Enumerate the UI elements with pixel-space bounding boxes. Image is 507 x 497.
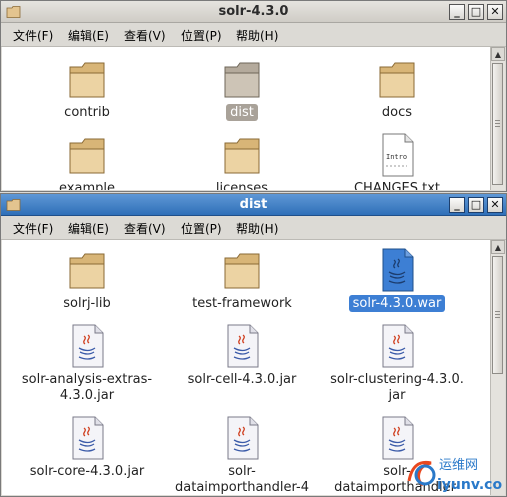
watermark-text-cn: 运维网: [439, 458, 478, 473]
folder-icon: [69, 138, 105, 174]
file-label: docs: [381, 105, 413, 120]
title-bar[interactable]: dist _ □ ✕: [1, 194, 506, 216]
file-item-dist[interactable]: dist: [167, 57, 317, 127]
file-label: solr-analysis-extras- 4.3.0.jar: [21, 372, 153, 403]
file-label: solr- dataimporthandler-4: [175, 464, 309, 495]
minimize-button[interactable]: _: [449, 197, 465, 213]
file-label: contrib: [64, 105, 110, 120]
file-label: test-framework: [192, 296, 292, 311]
file-item-solr-analysis-extras[interactable]: solr-analysis-extras- 4.3.0.jar: [12, 324, 162, 408]
menu-help[interactable]: 帮助(H): [236, 27, 278, 44]
maximize-button[interactable]: □: [468, 4, 484, 20]
folder-icon: [69, 253, 105, 289]
file-item-changes-txt[interactable]: Intro CHANGES.txt: [322, 133, 472, 190]
java-file-icon: [227, 416, 259, 460]
folder-icon: [224, 253, 260, 289]
file-item-solr-clustering[interactable]: solr-clustering-4.3.0. jar: [322, 324, 472, 408]
minimize-button[interactable]: _: [449, 4, 465, 20]
file-item-test-framework[interactable]: test-framework: [167, 248, 317, 318]
menu-edit[interactable]: 编辑(E): [68, 27, 109, 44]
close-button[interactable]: ✕: [487, 197, 503, 213]
file-item-solr-dataimporthandler[interactable]: solr- dataimporthandler-4: [167, 416, 317, 495]
file-item-contrib[interactable]: contrib: [12, 57, 162, 127]
menu-places[interactable]: 位置(P): [181, 220, 222, 237]
menu-file[interactable]: 文件(F): [13, 220, 53, 237]
file-item-solr-war[interactable]: solr-4.3.0.war: [322, 248, 472, 318]
menu-view[interactable]: 查看(V): [124, 220, 166, 237]
close-button[interactable]: ✕: [487, 4, 503, 20]
window-title: dist: [239, 197, 268, 212]
window-title: solr-4.3.0: [218, 4, 289, 19]
menu-view[interactable]: 查看(V): [124, 27, 166, 44]
scroll-thumb[interactable]: [492, 63, 503, 185]
file-label: example: [59, 181, 115, 190]
file-view: contrib dist docs example licenses Intro…: [2, 47, 491, 190]
preview-text: Intro: [386, 153, 407, 161]
maximize-button[interactable]: □: [468, 197, 484, 213]
menu-bar: 文件(F) 编辑(E) 查看(V) 位置(P) 帮助(H): [1, 23, 506, 47]
folder-icon: [224, 62, 260, 98]
title-bar[interactable]: solr-4.3.0 _ □ ✕: [1, 1, 506, 23]
menu-bar: 文件(F) 编辑(E) 查看(V) 位置(P) 帮助(H): [1, 216, 506, 240]
scroll-up-icon[interactable]: ▲: [491, 47, 505, 61]
file-label: solr-4.3.0.war: [322, 295, 472, 312]
file-label: solr-clustering-4.3.0. jar: [330, 372, 464, 403]
java-file-icon: [382, 248, 414, 292]
file-label: solr-cell-4.3.0.jar: [187, 372, 297, 387]
watermark-text-en: iyunv.com: [437, 477, 503, 493]
scroll-thumb[interactable]: [492, 256, 503, 374]
window-solr-4-3-0: solr-4.3.0 _ □ ✕ 文件(F) 编辑(E) 查看(V) 位置(P)…: [0, 0, 507, 192]
watermark-logo: 运维网 iyunv.com: [407, 458, 503, 493]
menu-places[interactable]: 位置(P): [181, 27, 222, 44]
java-file-icon: [72, 416, 104, 460]
file-item-solr-cell[interactable]: solr-cell-4.3.0.jar: [167, 324, 317, 408]
folder-icon: [224, 138, 260, 174]
file-label: CHANGES.txt: [353, 181, 441, 190]
file-item-solrj-lib[interactable]: solrj-lib: [12, 248, 162, 318]
file-label: licenses: [215, 181, 269, 190]
file-label: solrj-lib: [63, 296, 111, 311]
menu-help[interactable]: 帮助(H): [236, 220, 278, 237]
folder-icon: [379, 62, 415, 98]
java-file-icon: [72, 324, 104, 368]
file-item-example[interactable]: example: [12, 133, 162, 190]
scroll-up-icon[interactable]: ▲: [491, 240, 505, 254]
java-file-icon: [382, 324, 414, 368]
file-item-licenses[interactable]: licenses: [167, 133, 317, 190]
menu-file[interactable]: 文件(F): [13, 27, 53, 44]
file-item-docs[interactable]: docs: [322, 57, 472, 127]
scrollbar[interactable]: ▲: [490, 47, 505, 190]
text-file-icon: Intro: [382, 133, 414, 177]
file-label: solr-core-4.3.0.jar: [29, 464, 145, 479]
file-item-solr-core[interactable]: solr-core-4.3.0.jar: [12, 416, 162, 495]
file-label: dist: [167, 104, 317, 121]
folder-icon: [69, 62, 105, 98]
java-file-icon: [227, 324, 259, 368]
menu-edit[interactable]: 编辑(E): [68, 220, 109, 237]
